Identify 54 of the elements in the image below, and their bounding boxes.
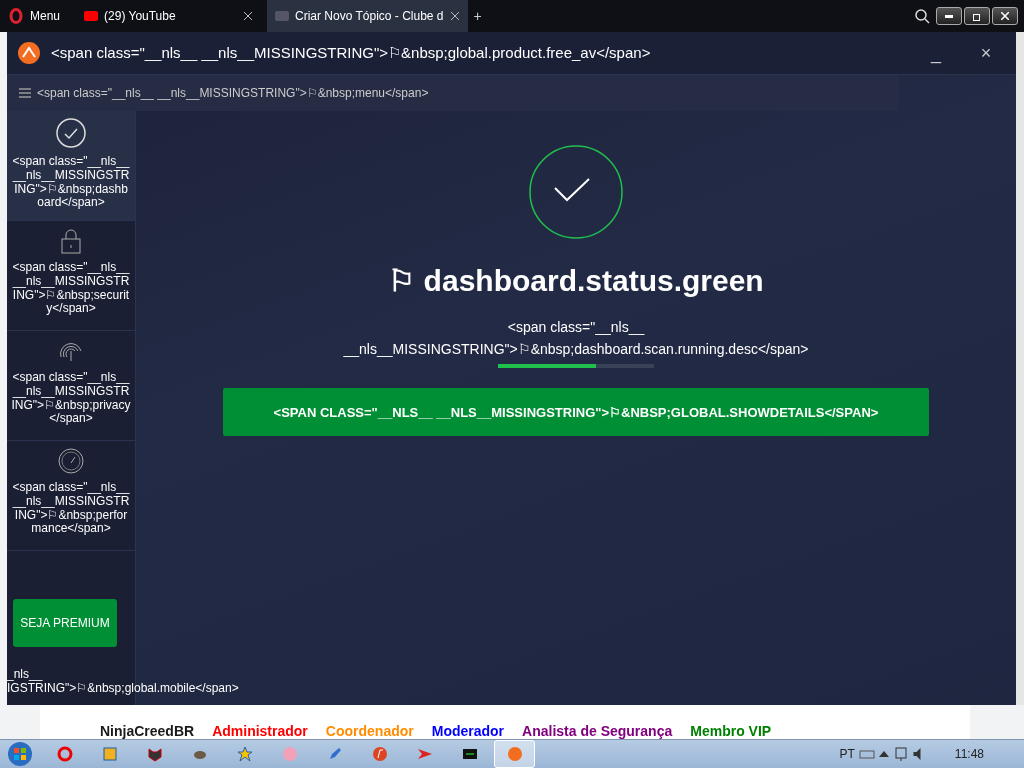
tab-title: Criar Novo Tópico - Clube d xyxy=(295,9,444,23)
role-label: Analista de Segurança xyxy=(522,723,673,739)
minimize-icon xyxy=(945,14,953,18)
role-label: Administrador xyxy=(212,723,308,739)
new-tab-button[interactable]: + xyxy=(473,8,482,24)
restore-icon xyxy=(972,11,982,21)
status-description: <span class="__nls__ __nls__MISSINGSTRING">⚐&nbsp;dashboard.scan.running.desc</span> xyxy=(342,318,810,359)
clock-display-icon xyxy=(461,746,478,762)
send-icon xyxy=(416,746,433,762)
restore-window-button[interactable] xyxy=(964,7,990,25)
app-logo-icon xyxy=(506,746,523,762)
close-button[interactable]: × xyxy=(966,42,1006,64)
sidebar-item[interactable]: <span class="__nls__ __nls__MISSINGSTRING">⚐&nbsp;dashboard</span> xyxy=(7,111,135,221)
close-icon xyxy=(243,11,254,21)
gauge-icon xyxy=(57,447,85,475)
scrollbar[interactable] xyxy=(1016,32,1024,705)
close-icon xyxy=(449,11,460,21)
speaker-icon xyxy=(912,748,921,760)
close-icon xyxy=(1001,12,1009,20)
search-icon xyxy=(914,8,930,24)
check-circle-icon xyxy=(55,117,87,149)
lock-icon xyxy=(59,227,83,255)
role-label: NinjaCreedBR xyxy=(100,723,195,739)
page-icon xyxy=(275,11,290,21)
sidebar-item[interactable]: <span class="__nls__ __nls__MISSINGSTRING">⚐&nbsp;privacy</span> xyxy=(7,331,135,441)
sidebar-item[interactable]: <span class="__nls__ __nls__MISSINGSTRING">⚐&nbsp;performance</span> xyxy=(7,441,135,551)
status-title: ⚐ dashboard.status.green xyxy=(388,263,764,298)
tab-title: (29) YouTube xyxy=(104,9,177,23)
page-icon xyxy=(84,11,99,21)
premium-button[interactable]: SEJA PREMIUM xyxy=(13,599,117,647)
network-icon xyxy=(892,746,909,762)
language-indicator[interactable]: PT xyxy=(839,747,855,761)
ball-icon xyxy=(281,746,298,762)
show-details-button[interactable]: <SPAN CLASS="__NLS__ __NLS__MISSINGSTRING">⚐&NBSP;GLOBAL.SHOWDETAILS</SPAN> xyxy=(223,388,929,436)
role-label: Moderador xyxy=(431,723,505,739)
box-icon xyxy=(101,746,118,762)
role-label: Coordenador xyxy=(325,723,414,739)
browser-tab[interactable]: (29) YouTube xyxy=(76,0,262,32)
app-logo-icon xyxy=(17,41,41,65)
menu-icon xyxy=(19,88,31,98)
minimize-window-button[interactable] xyxy=(936,7,962,25)
mobile-label: _nls__ IGSTRING">⚐&nbsp;global.mobile</span> xyxy=(7,667,240,695)
window-title: <span class="__nls__ __nls__MISSINGSTRING">⚐&nbsp;global.product.free_av</span> xyxy=(51,44,652,62)
check-circle-icon xyxy=(529,145,623,239)
browser-tab[interactable]: Criar Novo Tópico - Clube d xyxy=(267,0,468,32)
minimize-button[interactable]: _ xyxy=(916,42,956,64)
clock-time: 11:48 xyxy=(954,747,984,761)
close-window-button[interactable] xyxy=(992,7,1018,25)
caret-up-icon xyxy=(878,750,889,758)
browser-menu-button[interactable]: Menu xyxy=(8,0,71,32)
sidebar-item[interactable]: <span class="__nls__ __nls__MISSINGSTRING">⚐&nbsp;security</span> xyxy=(7,221,135,331)
role-label: Membro VIP xyxy=(690,723,772,739)
star-icon xyxy=(236,746,253,762)
menu-label[interactable]: <span class="__nls__ __nls__MISSINGSTRING">⚐&nbsp;menu</span> xyxy=(37,86,429,100)
